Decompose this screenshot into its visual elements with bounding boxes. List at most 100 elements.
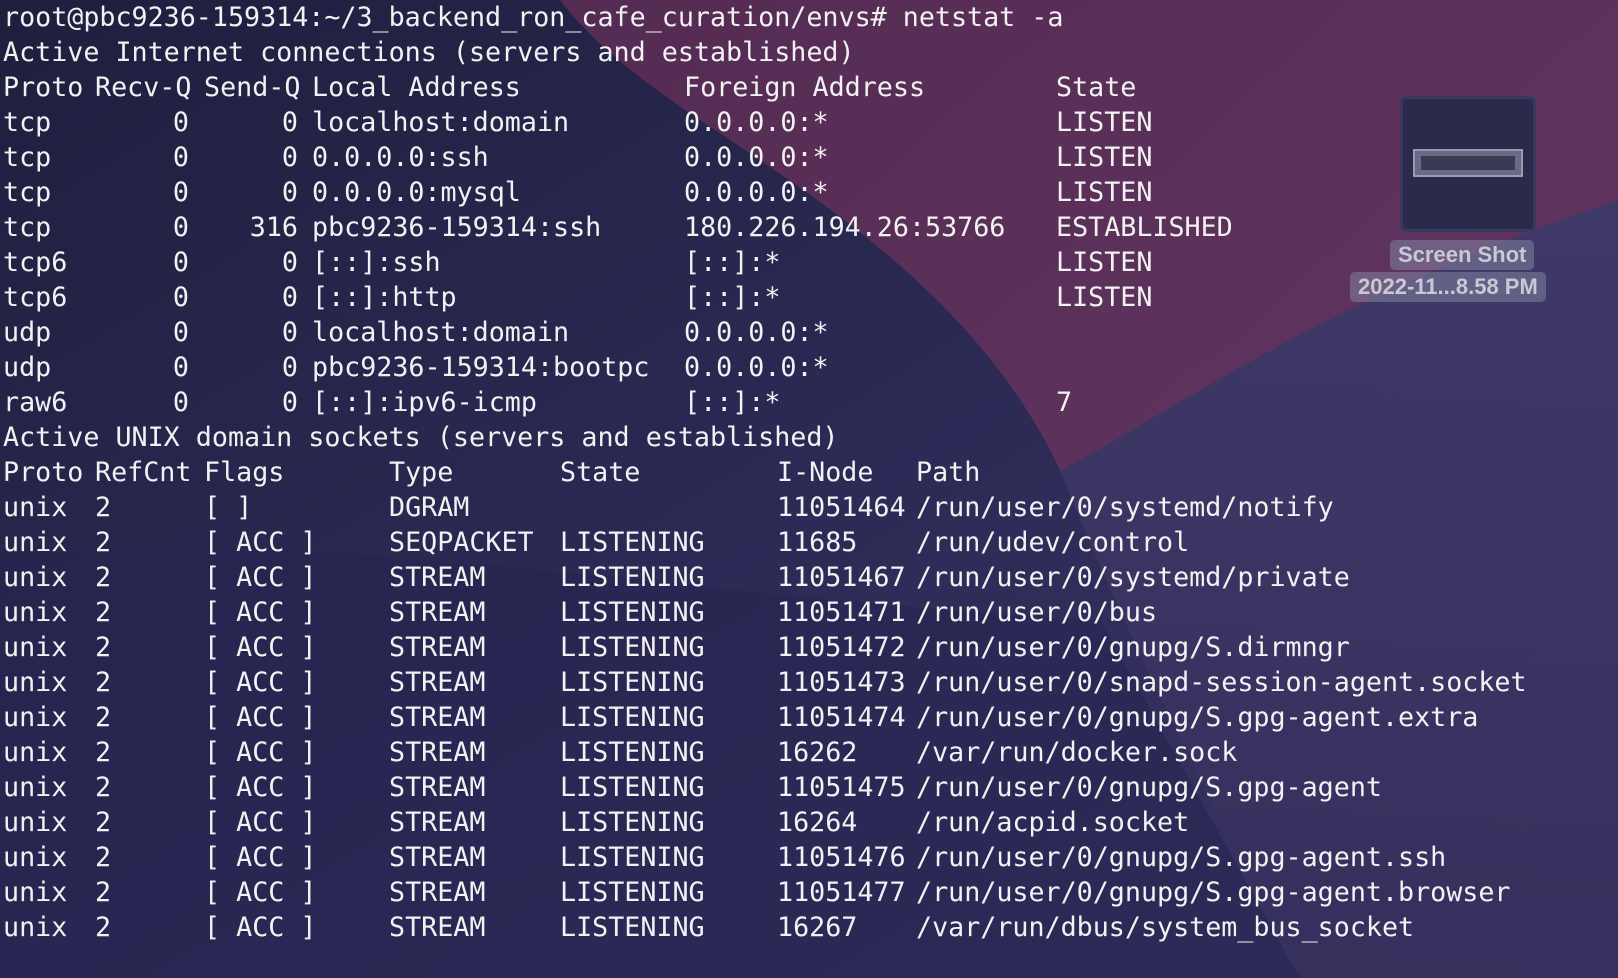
unix-cell-refcnt: 2 bbox=[95, 842, 112, 873]
unix-cell-path: /run/user/0/gnupg/S.dirmngr bbox=[916, 632, 1350, 663]
unix-cell-type: STREAM bbox=[389, 632, 486, 663]
unix-cell-proto: unix bbox=[3, 632, 68, 663]
unix-cell-inode: 16267 bbox=[777, 912, 858, 943]
unix-cell-inode: 11051474 bbox=[777, 702, 906, 733]
inet-table-row: tcp 0 316 pbc9236-159314:ssh 180.226.194.26:… bbox=[3, 210, 1303, 245]
unix-cell-state: LISTENING bbox=[560, 842, 705, 873]
inet-cell-recvq: 0 bbox=[172, 177, 189, 208]
inet-cell-sendq: 0 bbox=[281, 247, 298, 278]
inet-col-proto: Proto bbox=[3, 72, 84, 103]
desktop-icon-label-name[interactable]: Screen Shot bbox=[1390, 240, 1535, 270]
unix-table-row: unix 2 [ ACC ] STREAM LISTENING 11051474/run/… bbox=[3, 700, 1613, 735]
inet-cell-state: LISTEN bbox=[1056, 282, 1153, 313]
inet-col-foreign: Foreign Address bbox=[684, 72, 926, 103]
desktop-icon-label-date[interactable]: 2022-11...8.58 PM bbox=[1350, 272, 1546, 302]
unix-cell-state: LISTENING bbox=[560, 737, 705, 768]
inet-cell-state: LISTEN bbox=[1056, 107, 1153, 138]
unix-cell-path: /run/user/0/systemd/private bbox=[916, 562, 1350, 593]
inet-table-row: udp 0 0 pbc9236-159314:bootpc 0.0.0.0:* bbox=[3, 350, 1303, 385]
inet-table-row: tcp 0 0 0.0.0.0:ssh 0.0.0.0:* LISTEN bbox=[3, 140, 1303, 175]
unix-cell-path: /run/user/0/systemd/notify bbox=[916, 492, 1334, 523]
unix-table-row: unix 2 [ ACC ] STREAM LISTENING 11051471/run/… bbox=[3, 595, 1613, 630]
unix-cell-inode: 11051475 bbox=[777, 772, 906, 803]
unix-cell-refcnt: 2 bbox=[95, 737, 112, 768]
unix-cell-state: LISTENING bbox=[560, 807, 705, 838]
inet-cell-proto: tcp6 bbox=[3, 247, 68, 278]
unix-cell-proto: unix bbox=[3, 877, 68, 908]
inet-cell-local: localhost:domain bbox=[312, 317, 570, 348]
unix-cell-proto: unix bbox=[3, 807, 68, 838]
desktop-screenshot-file[interactable]: Screen Shot 2022-11...8.58 PM bbox=[1350, 96, 1618, 306]
inet-cell-foreign: 0.0.0.0:* bbox=[684, 142, 829, 173]
thumbnail-preview-content bbox=[1421, 156, 1515, 170]
inet-cell-proto: raw6 bbox=[3, 387, 68, 418]
inet-col-local: Local Address bbox=[312, 72, 521, 103]
unix-cell-path: /run/user/0/gnupg/S.gpg-agent.ssh bbox=[916, 842, 1447, 873]
unix-cell-refcnt: 2 bbox=[95, 632, 112, 663]
inet-cell-sendq: 0 bbox=[281, 352, 298, 383]
unix-cell-type: STREAM bbox=[389, 807, 486, 838]
inet-cell-foreign: [::]:* bbox=[684, 387, 781, 418]
inet-table-row: tcp6 0 0 [::]:http [::]:* LISTEN bbox=[3, 280, 1303, 315]
inet-cell-recvq: 0 bbox=[172, 107, 189, 138]
unix-table-row: unix 2 [ ACC ] STREAM LISTENING 16262/var/run… bbox=[3, 735, 1613, 770]
screenshot-file-icon[interactable] bbox=[1400, 96, 1536, 232]
unix-table-row: unix 2 [ ACC ] STREAM LISTENING 11051472/run/… bbox=[3, 630, 1613, 665]
unix-cell-inode: 11051467 bbox=[777, 562, 906, 593]
unix-cell-type: STREAM bbox=[389, 772, 486, 803]
unix-cell-path: /var/run/docker.sock bbox=[916, 737, 1238, 768]
inet-cell-proto: tcp bbox=[3, 212, 52, 243]
inet-cell-foreign: 0.0.0.0:* bbox=[684, 177, 829, 208]
inet-cell-local: pbc9236-159314:ssh bbox=[312, 212, 602, 243]
inet-cell-sendq: 0 bbox=[281, 142, 298, 173]
thumbnail-preview bbox=[1413, 149, 1523, 177]
inet-cell-local: 0.0.0.0:mysql bbox=[312, 177, 521, 208]
unix-cell-proto: unix bbox=[3, 527, 68, 558]
unix-col-flags: Flags bbox=[204, 457, 285, 488]
inet-cell-recvq: 0 bbox=[172, 387, 189, 418]
unix-cell-refcnt: 2 bbox=[95, 807, 112, 838]
inet-cell-local: localhost:domain bbox=[312, 107, 570, 138]
unix-cell-state: LISTENING bbox=[560, 912, 705, 943]
inet-cell-proto: tcp bbox=[3, 142, 52, 173]
inet-table-row: tcp6 0 0 [::]:ssh [::]:* LISTEN bbox=[3, 245, 1303, 280]
inet-cell-recvq: 0 bbox=[172, 317, 189, 348]
unix-cell-flags: [ ] bbox=[204, 492, 253, 523]
unix-cell-path: /var/run/dbus/system_bus_socket bbox=[916, 912, 1415, 943]
inet-cell-state: LISTEN bbox=[1056, 142, 1153, 173]
inet-table-row: tcp 0 0 0.0.0.0:mysql 0.0.0.0:* LISTEN bbox=[3, 175, 1303, 210]
inet-cell-sendq: 316 bbox=[249, 212, 298, 243]
unix-cell-flags: [ ACC ] bbox=[204, 737, 317, 768]
unix-col-refcnt: RefCnt bbox=[95, 457, 192, 488]
unix-cell-proto: unix bbox=[3, 597, 68, 628]
unix-cell-path: /run/user/0/gnupg/S.gpg-agent bbox=[916, 772, 1382, 803]
unix-table-row: unix 2 [ ACC ] SEQPACKET LISTENING 11685/run/… bbox=[3, 525, 1613, 560]
unix-table-row: unix 2 [ ] DGRAM 11051464/run/user/0/systemd… bbox=[3, 490, 1613, 525]
unix-cell-path: /run/udev/control bbox=[916, 527, 1190, 558]
unix-cell-proto: unix bbox=[3, 667, 68, 698]
inet-cell-local: [::]:http bbox=[312, 282, 457, 313]
inet-cell-recvq: 0 bbox=[172, 212, 189, 243]
unix-col-inode: I-Node bbox=[777, 457, 874, 488]
unix-cell-type: DGRAM bbox=[389, 492, 470, 523]
inet-cell-local: pbc9236-159314:bootpc bbox=[312, 352, 650, 383]
unix-cell-inode: 11051464 bbox=[777, 492, 906, 523]
unix-cell-proto: unix bbox=[3, 492, 68, 523]
inet-cell-sendq: 0 bbox=[281, 282, 298, 313]
unix-cell-type: STREAM bbox=[389, 702, 486, 733]
unix-cell-state: LISTENING bbox=[560, 667, 705, 698]
inet-table-row: raw6 0 0 [::]:ipv6-icmp [::]:* 7 bbox=[3, 385, 1303, 420]
inet-cell-foreign: 0.0.0.0:* bbox=[684, 352, 829, 383]
inet-cell-state: ESTABLISHED bbox=[1056, 212, 1233, 243]
unix-cell-state: LISTENING bbox=[560, 772, 705, 803]
unix-cell-path: /run/acpid.socket bbox=[916, 807, 1190, 838]
inet-col-state: State bbox=[1056, 72, 1137, 103]
unix-cell-path: /run/user/0/gnupg/S.gpg-agent.browser bbox=[916, 877, 1511, 908]
unix-col-type: Type bbox=[389, 457, 454, 488]
unix-cell-type: SEQPACKET bbox=[389, 527, 534, 558]
inet-cell-sendq: 0 bbox=[281, 107, 298, 138]
unix-cell-state: LISTENING bbox=[560, 527, 705, 558]
inet-cell-sendq: 0 bbox=[281, 317, 298, 348]
unix-cell-flags: [ ACC ] bbox=[204, 527, 317, 558]
inet-cell-local: [::]:ssh bbox=[312, 247, 441, 278]
